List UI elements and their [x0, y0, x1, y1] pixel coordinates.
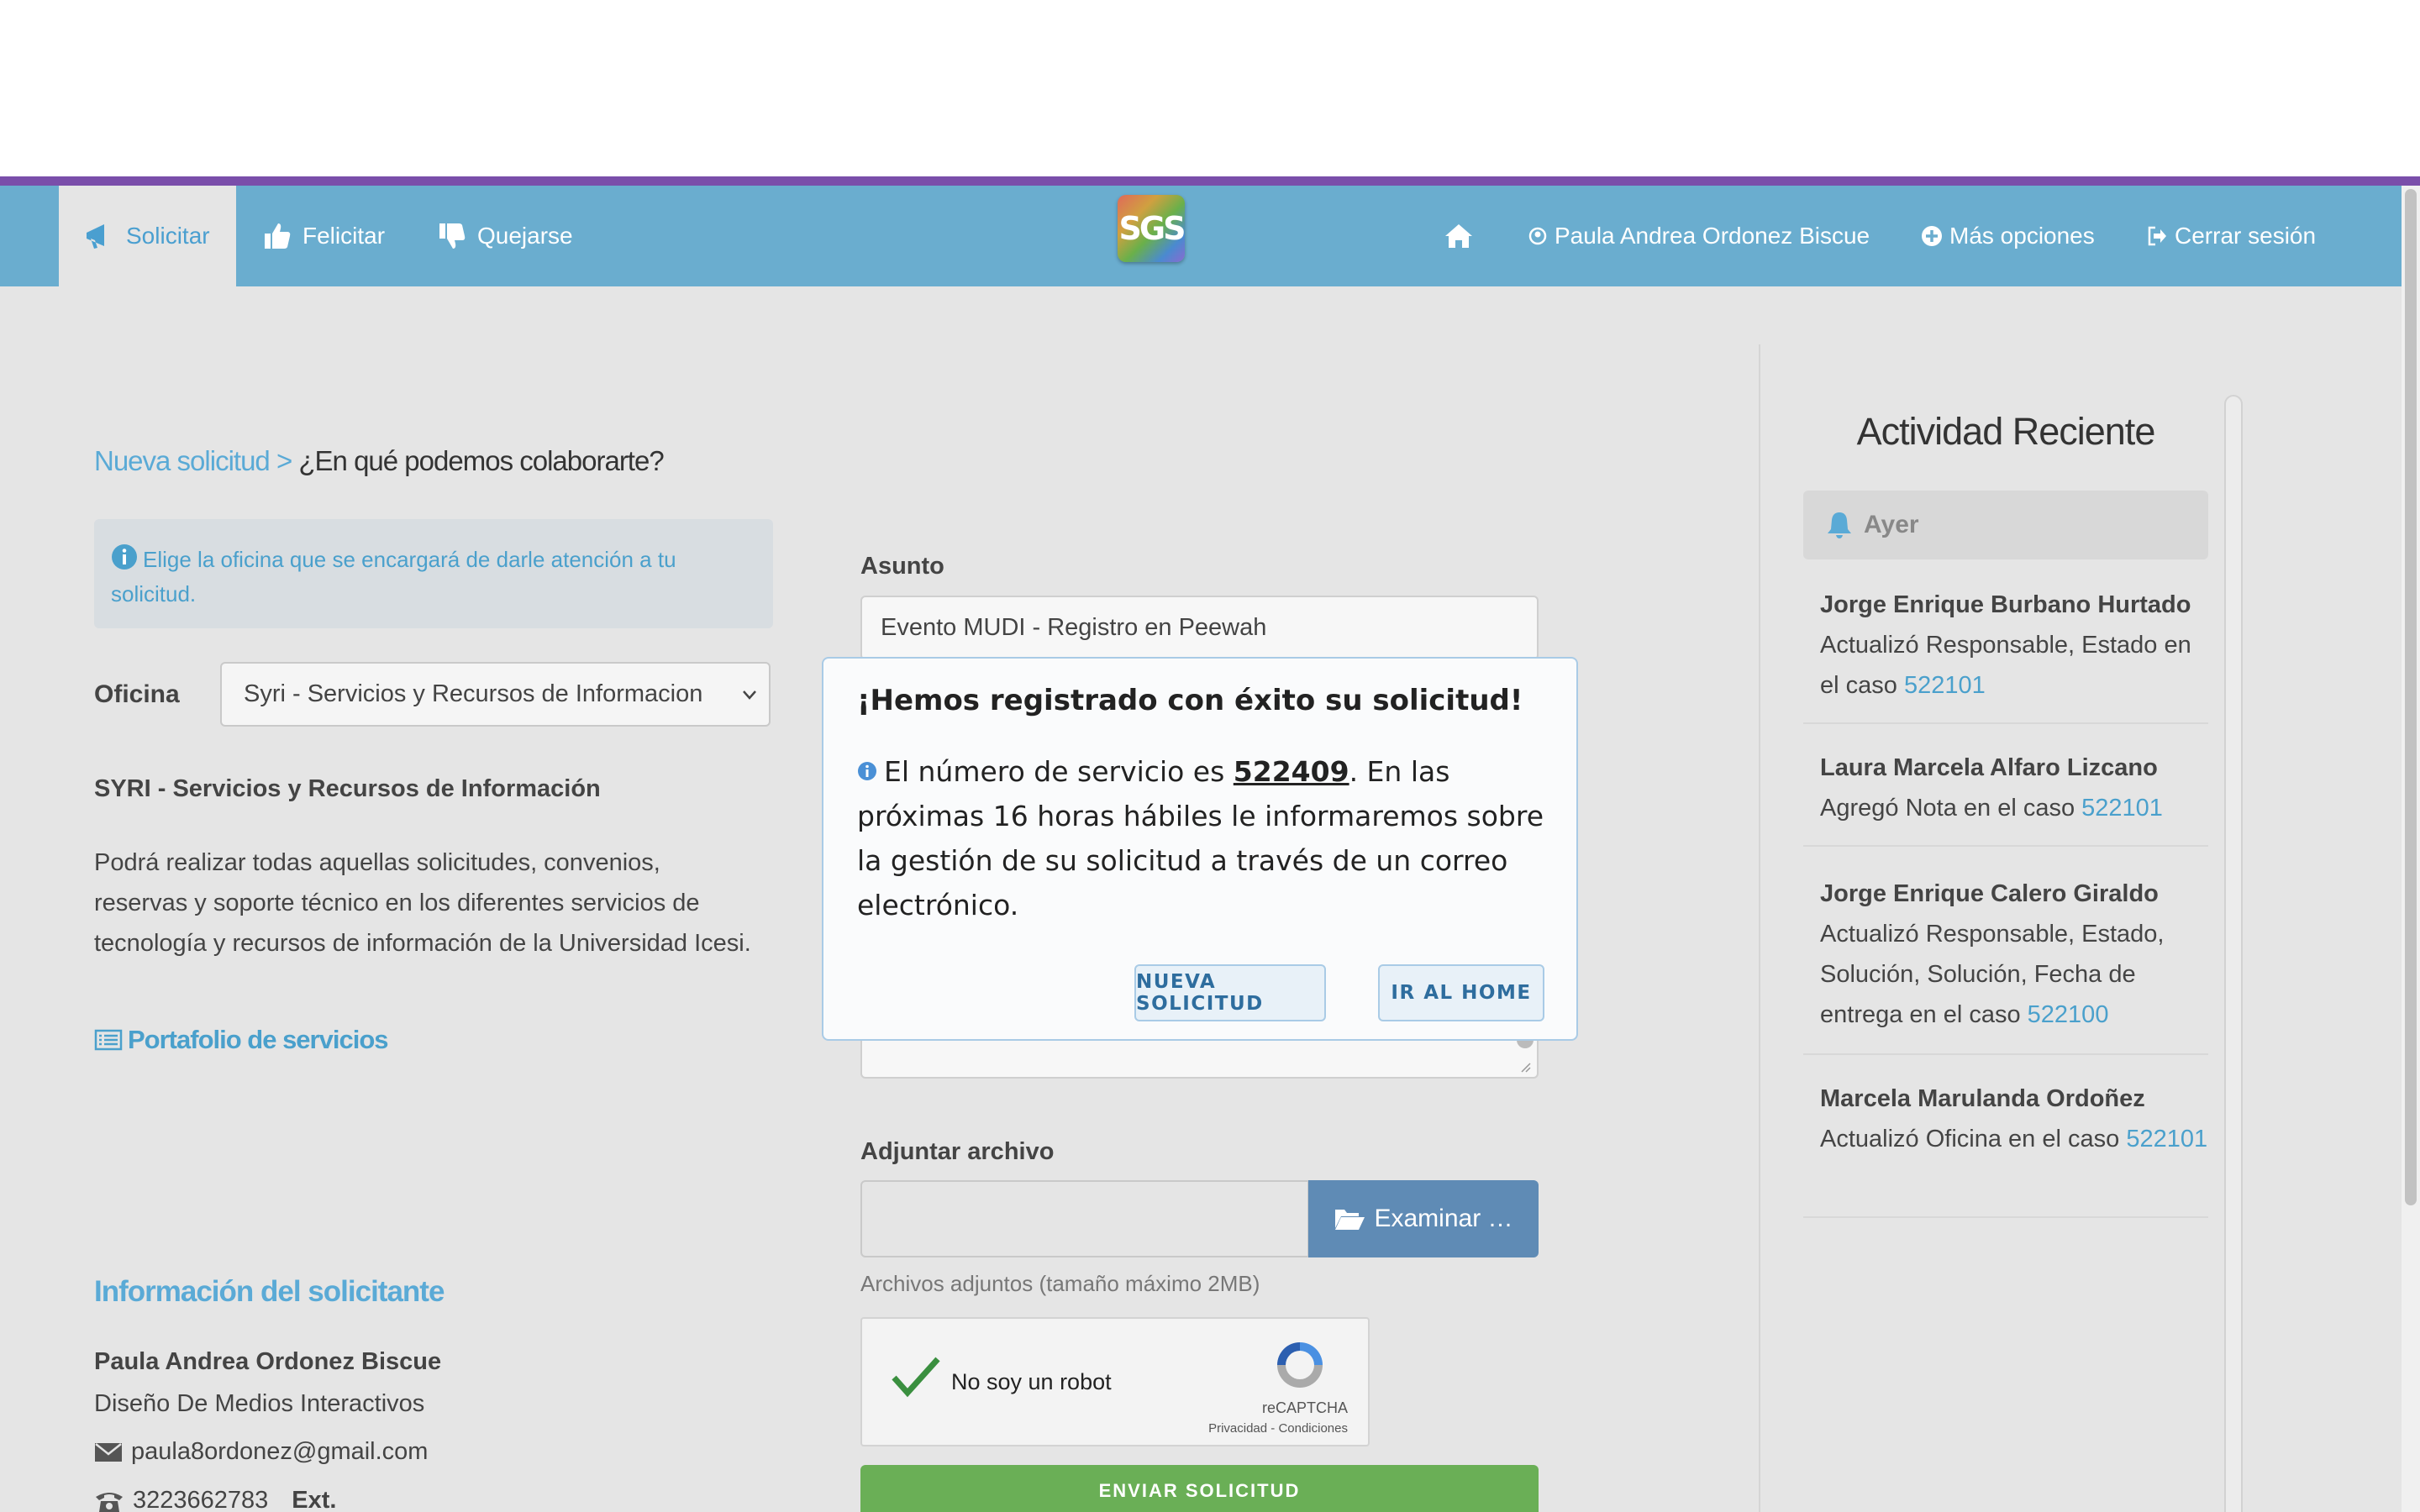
solicitante-email: paula8ordonez@gmail.com — [94, 1438, 428, 1466]
chevron-down-icon — [743, 690, 756, 700]
nav-felicitar[interactable]: Felicitar — [262, 186, 385, 286]
solicitante-area: Diseño De Medios Interactivos — [94, 1390, 425, 1417]
ir-al-home-button[interactable]: IR AL HOME — [1378, 964, 1544, 1021]
file-help-text: Archivos adjuntos (tamaño máximo 2MB) — [860, 1271, 1260, 1296]
breadcrumb-current: ¿En qué podemos colaborarte? — [298, 445, 664, 476]
nueva-solicitud-button[interactable]: NUEVA SOLICITUD — [1134, 964, 1326, 1021]
thumbs-up-icon — [265, 223, 291, 249]
logout-icon — [2148, 226, 2166, 246]
info-icon — [858, 762, 876, 780]
oficina-label: Oficina — [94, 680, 180, 708]
nav-more-options[interactable]: Más opciones — [1921, 186, 2095, 286]
oficina-description: Podrá realizar todas aquellas solicitude… — [94, 849, 751, 957]
nav-solicitar-label: Solicitar — [126, 223, 210, 249]
checkmark-icon[interactable] — [891, 1356, 941, 1398]
phone-icon — [96, 1492, 123, 1512]
page-scrollbar-thumb[interactable] — [2405, 189, 2417, 1205]
recaptcha-links[interactable]: Privacidad - Condiciones — [1208, 1421, 1348, 1436]
adjuntar-label: Adjuntar archivo — [860, 1138, 1055, 1165]
nav-user[interactable]: Paula Andrea Ordonez Biscue — [1528, 186, 1870, 286]
modal-body: El número de servicio es 522409. En las … — [857, 749, 1555, 927]
nav-logout-label: Cerrar sesión — [2175, 223, 2317, 249]
office-info-box: Elige la oficina que se encargará de dar… — [94, 519, 773, 628]
examinar-label: Examinar … — [1374, 1205, 1513, 1232]
bell-icon — [1828, 512, 1851, 538]
activity-item: Jorge Enrique Calero Giraldo Actualizó R… — [1803, 874, 2208, 1055]
office-info-text: Elige la oficina que se encargará de dar… — [111, 547, 676, 606]
nav-quejarse[interactable]: Quejarse — [437, 186, 573, 286]
activity-scrollbar[interactable] — [2224, 395, 2243, 1512]
activity-text: Actualizó Responsable, Estado en el caso — [1820, 632, 2191, 699]
recaptcha-brand: reCAPTCHA — [1261, 1399, 1348, 1416]
accent-bar — [0, 176, 2420, 186]
asunto-input[interactable]: Evento MUDI - Registro en Peewah — [860, 596, 1539, 660]
success-modal: ¡Hemos registrado con éxito su solicitud… — [822, 657, 1578, 1041]
activity-case-link[interactable]: 522101 — [2126, 1126, 2207, 1152]
oficina-select-value: Syri - Servicios y Recursos de Informaci… — [244, 680, 703, 707]
activity-text: Actualizó Oficina en el caso — [1820, 1126, 2127, 1152]
activity-author: Jorge Enrique Burbano Hurtado — [1820, 591, 2191, 618]
megaphone-icon — [87, 224, 104, 249]
portafolio-link[interactable]: Portafolio de servicios — [94, 1025, 388, 1055]
activity-group-header: Ayer — [1803, 491, 2208, 559]
service-number: 522409 — [1233, 755, 1349, 788]
activity-text: Actualizó Responsable, Estado, Solución,… — [1820, 921, 2165, 1028]
navbar: Solicitar Felicitar Quejarse Paula Andre… — [0, 186, 2402, 286]
activity-case-link[interactable]: 522100 — [2028, 1001, 2109, 1028]
solicitante-title: Información del solicitante — [94, 1275, 445, 1308]
nav-felicitar-label: Felicitar — [302, 223, 386, 249]
info-icon — [112, 544, 137, 570]
list-icon — [94, 1029, 123, 1051]
asunto-value: Evento MUDI - Registro en Peewah — [881, 614, 1267, 641]
modal-body-before: El número de servicio es — [884, 755, 1234, 788]
solicitante-name: Paula Andrea Ordonez Biscue — [94, 1348, 442, 1375]
oficina-name: SYRI - Servicios y Recursos de Informaci… — [94, 775, 601, 802]
breadcrumb: Nueva solicitud > ¿En qué podemos colabo… — [94, 445, 665, 477]
app-logo[interactable]: SGS — [1118, 195, 1186, 262]
recaptcha-label: No soy un robot — [951, 1369, 1112, 1394]
thumbs-down-icon — [439, 223, 466, 249]
examinar-button[interactable]: Examinar … — [1308, 1180, 1539, 1257]
activity-group-label: Ayer — [1864, 511, 1919, 538]
solicitante-phone-value: 3223662783 — [133, 1487, 269, 1512]
user-icon — [1528, 227, 1547, 245]
activity-item: Marcela Marulanda Ordoñez Actualizó Ofic… — [1803, 1079, 2208, 1218]
page-scrollbar[interactable] — [2402, 186, 2420, 1512]
recaptcha-widget[interactable]: No soy un robot reCAPTCHA Privacidad - C… — [860, 1317, 1370, 1446]
portafolio-label: Portafolio de servicios — [128, 1025, 388, 1054]
activity-case-link[interactable]: 522101 — [1904, 672, 1986, 699]
asunto-label: Asunto — [860, 553, 944, 580]
activity-author: Laura Marcela Alfaro Lizcano — [1820, 754, 2158, 781]
solicitante-email-value: paula8ordonez@gmail.com — [131, 1438, 429, 1465]
activity-author: Jorge Enrique Calero Giraldo — [1820, 880, 2159, 907]
activity-item: Jorge Enrique Burbano Hurtado Actualizó … — [1803, 585, 2208, 724]
solicitante-phone: 3223662783 Ext. — [94, 1487, 336, 1512]
recaptcha-icon — [1277, 1342, 1323, 1388]
file-input[interactable] — [860, 1180, 1309, 1257]
home-icon — [1445, 224, 1472, 248]
nav-more-label: Más opciones — [1949, 223, 2095, 249]
right-column-divider — [1759, 344, 1760, 1512]
solicitante-ext-label: Ext. — [292, 1487, 337, 1512]
activity-author: Marcela Marulanda Ordoñez — [1820, 1085, 2145, 1112]
activity-text: Agregó Nota en el caso — [1820, 795, 2082, 822]
nav-home[interactable] — [1444, 186, 1474, 286]
folder-open-icon — [1335, 1210, 1365, 1230]
activity-case-link[interactable]: 522101 — [2081, 795, 2163, 822]
top-blank-area — [0, 0, 2420, 176]
nav-quejarse-label: Quejarse — [477, 223, 573, 249]
submit-button[interactable]: ENVIAR SOLICITUD — [860, 1465, 1539, 1512]
envelope-icon — [95, 1442, 122, 1462]
nav-user-label: Paula Andrea Ordonez Biscue — [1555, 223, 1870, 249]
activity-item: Laura Marcela Alfaro Lizcano Agregó Nota… — [1803, 748, 2208, 847]
nav-logout[interactable]: Cerrar sesión — [2146, 186, 2316, 286]
activity-title: Actividad Reciente — [1856, 410, 2156, 453]
plus-circle-icon — [1922, 226, 1942, 246]
breadcrumb-link[interactable]: Nueva solicitud > — [94, 445, 298, 476]
nav-solicitar[interactable]: Solicitar — [59, 186, 236, 286]
modal-title: ¡Hemos registrado con éxito su solicitud… — [857, 684, 1523, 717]
oficina-select[interactable]: Syri - Servicios y Recursos de Informaci… — [220, 662, 771, 727]
resize-grip-icon[interactable] — [1518, 1060, 1532, 1074]
